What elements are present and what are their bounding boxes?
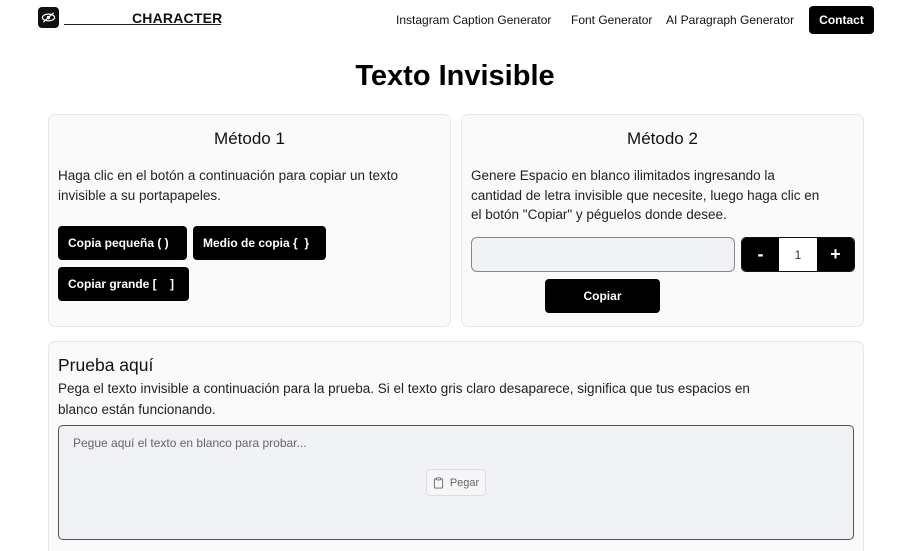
paste-button-label: Pegar [449, 476, 480, 489]
whitespace-output-field[interactable] [471, 237, 735, 272]
method-1-card: Método 1 Haga clic en el botón a continu… [48, 114, 451, 327]
decrement-button[interactable]: - [742, 238, 779, 271]
test-textarea-placeholder: Pegue aquí el texto en blanco para proba… [73, 436, 307, 450]
copy-large-button[interactable]: Copiar grande [ ] [58, 267, 189, 301]
logo[interactable] [38, 7, 59, 28]
page-title: Texto Invisible [355, 60, 555, 92]
method-1-title: Método 1 [214, 129, 285, 148]
copy-medium-button[interactable]: Medio de copia { } [193, 226, 326, 260]
method-2-title: Método 2 [627, 129, 698, 148]
nav-link-instagram-caption-generator[interactable]: Instagram Caption Generator [396, 13, 551, 27]
method-2-card: Método 2 Genere Espacio en blanco ilimit… [461, 114, 864, 327]
method-1-description-line: invisible a su portapapeles. [58, 187, 221, 203]
quantity-input[interactable]: 1 [779, 238, 817, 271]
test-card: Prueba aquí Pega el texto invisible a co… [48, 341, 864, 551]
nav-link-font-generator[interactable]: Font Generator [571, 13, 652, 27]
method-1-description-line: Haga clic en el botón a continuación par… [58, 168, 398, 183]
copy-button[interactable]: Copiar [545, 279, 660, 313]
method-2-description-line: el botón "Copiar" y péguelos donde desee… [471, 207, 727, 222]
copy-small-button[interactable]: Copia pequeña ( ) [58, 226, 187, 260]
paste-button[interactable]: Pegar [426, 469, 486, 496]
test-textarea[interactable]: Pegue aquí el texto en blanco para proba… [58, 425, 854, 540]
brand-name[interactable]: CHARACTER [132, 10, 222, 26]
clipboard-icon [433, 476, 443, 489]
increment-button[interactable]: + [817, 238, 854, 271]
method-2-description-line: Genere Espacio en blanco ilimitados ingr… [471, 168, 775, 183]
site-header: CHARACTER Instagram Caption Generator Fo… [0, 0, 910, 40]
method-2-description: Genere Espacio en blanco ilimitados ingr… [471, 166, 819, 225]
test-description: Pega el texto invisible a continuación p… [58, 378, 848, 420]
eye-icon [41, 12, 56, 23]
test-description-line: Pega el texto invisible a continuación p… [58, 381, 750, 396]
test-description-line: blanco están funcionando. [58, 402, 216, 417]
contact-button[interactable]: Contact [809, 6, 874, 34]
method-1-description: Haga clic en el botón a continuación par… [58, 166, 398, 205]
test-title: Prueba aquí [58, 355, 154, 375]
method-2-description-line: cantidad de letra invisible que necesite… [471, 187, 820, 203]
nav-link-ai-paragraph-generator[interactable]: AI Paragraph Generator [666, 13, 794, 27]
quantity-stepper: - 1 + [741, 237, 855, 272]
